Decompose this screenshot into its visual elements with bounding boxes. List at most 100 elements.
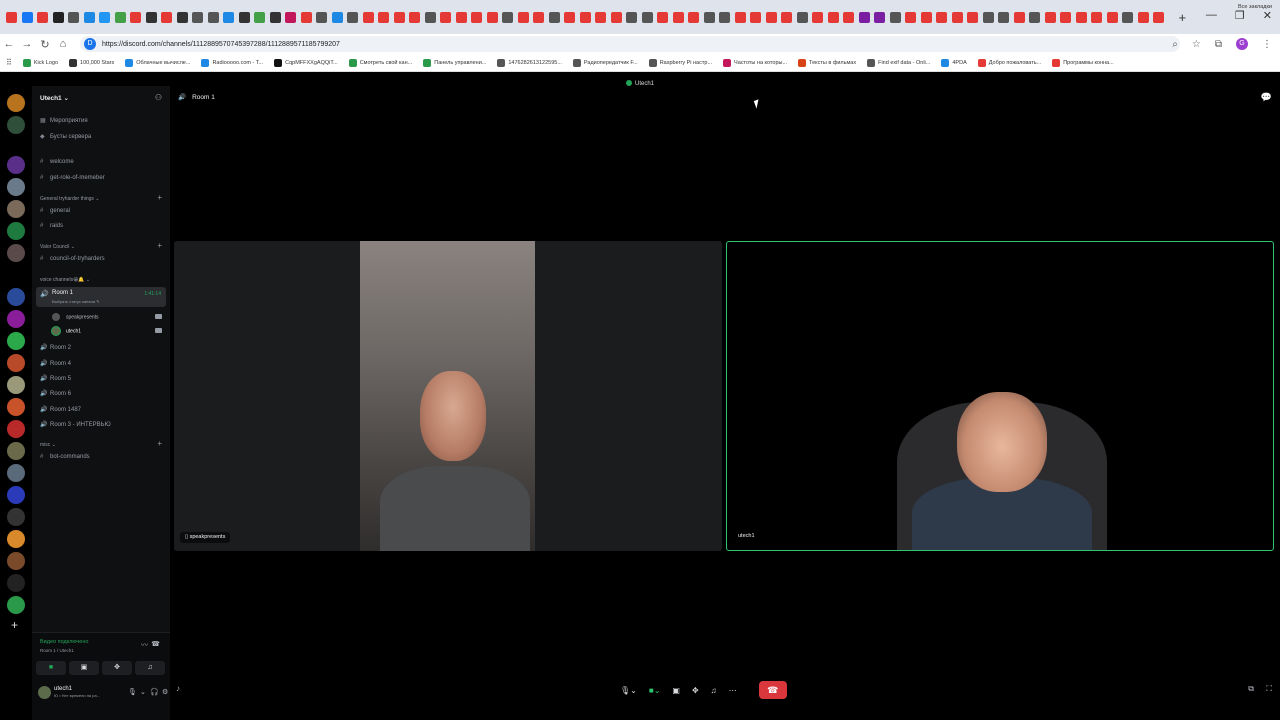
browser-tab[interactable] [52,11,64,23]
invite-icon[interactable]: ⚇ [155,93,162,102]
bookmark-star-icon[interactable]: ☆ [1192,39,1201,50]
browser-tab[interactable] [145,11,157,23]
channel-general[interactable]: # general [40,208,70,214]
browser-tab[interactable] [796,11,808,23]
browser-tab[interactable] [719,11,730,23]
browser-tab[interactable] [595,11,606,23]
browser-tab[interactable] [874,11,885,23]
browser-tab[interactable] [517,11,529,23]
browser-tab[interactable] [1029,11,1040,23]
browser-tab[interactable] [889,11,901,23]
mic-icon[interactable]: 🎙 [128,688,137,696]
all-bookmarks[interactable]: Все закладки [1238,4,1272,10]
member-speakpresents[interactable]: speakpresents [52,313,99,321]
browser-tab[interactable] [579,11,591,23]
bookmark-item[interactable]: Облачные вычисле... [125,58,190,67]
apps-icon[interactable]: ⠿ [6,58,12,67]
fullscreen-icon[interactable]: ⛶ [1266,684,1272,694]
server-icon[interactable] [7,486,25,504]
browser-tab[interactable] [1013,11,1025,23]
url-field[interactable]: D https://discord.com/channels/111288957… [80,36,1180,52]
back-icon[interactable]: ← [0,38,18,50]
category-valor[interactable]: Valor Council ⌄ [40,244,75,250]
browser-tab[interactable] [827,11,839,23]
browser-tab[interactable] [424,11,436,23]
camera-toggle-button[interactable]: ■ [36,661,66,675]
bookmark-item[interactable]: Частоты на которы... [723,58,787,67]
browser-tab[interactable] [238,11,250,23]
server-icon[interactable] [7,222,25,240]
browser-tab[interactable] [440,11,451,23]
channel-bot-commands[interactable]: # bot-commands [40,454,90,460]
minimize-icon[interactable]: — [1206,9,1217,22]
voice-status[interactable]: Видео подключено [40,639,88,645]
browser-tab[interactable] [920,11,932,23]
server-icon[interactable] [7,332,25,350]
browser-tab[interactable] [68,11,79,23]
channel-welcome[interactable]: # welcome [40,159,74,165]
close-window-icon[interactable]: ✕ [1263,9,1272,22]
activities-button[interactable]: ✥ [102,661,132,675]
chat-icon[interactable]: 💬 [1261,92,1272,103]
browser-tab[interactable] [734,11,746,23]
bookmark-item[interactable]: Find exif data - Onli... [867,58,930,67]
bookmark-item[interactable]: 100,000 Stars [69,58,114,67]
server-icon[interactable] [7,530,25,548]
server-icon[interactable] [7,574,25,592]
browser-tab[interactable] [967,11,978,23]
create-channel-icon[interactable]: + [157,241,162,250]
disconnect-button[interactable]: ☎ [758,681,787,699]
reload-icon[interactable]: ↻ [36,38,54,51]
category-voice[interactable]: voice channels😀🔔 ⌄ [40,277,90,283]
chevron-down-icon[interactable]: ⌄ [140,688,146,696]
browser-tab[interactable] [657,11,668,23]
bookmark-item[interactable]: Добро пожаловать... [977,58,1041,67]
voice-channel-room2[interactable]: 🔊 Room 2 [40,344,71,351]
browser-tab[interactable] [703,11,715,23]
restore-icon[interactable]: ❐ [1235,9,1245,22]
extensions-icon[interactable]: ⧉ [1215,39,1222,50]
server-icon[interactable] [7,288,25,306]
bookmark-item[interactable]: Радиопередатчик F... [572,58,638,67]
browser-tab[interactable] [812,11,823,23]
soundboard-button[interactable]: ♫ [135,661,165,675]
bookmark-item[interactable]: Radiooooo.com - T... [201,58,263,67]
browser-tab[interactable] [765,11,777,23]
bookmark-item[interactable]: Панель управлени... [423,58,486,67]
guild-name[interactable]: Utech1 ⌄ [40,94,69,102]
browser-tab[interactable] [37,11,48,23]
browser-tab[interactable] [130,11,141,23]
browser-tab[interactable] [347,11,358,23]
zoom-icon[interactable]: ⌕ [1172,39,1178,50]
mic-icon[interactable]: 🎙⌄ [620,686,637,695]
browser-tab[interactable] [1153,11,1164,23]
browser-tab[interactable] [192,11,203,23]
home-icon[interactable]: ⌂ [54,38,72,50]
browser-tab[interactable] [285,11,296,23]
browser-tab[interactable] [564,11,575,23]
browser-tab[interactable] [254,11,265,23]
browser-tab[interactable] [83,11,95,23]
browser-tab[interactable] [672,11,684,23]
create-channel-icon[interactable]: + [157,439,162,448]
server-icon[interactable] [7,244,25,262]
browser-tab[interactable] [1075,11,1087,23]
bookmark-item[interactable]: Raspberry Pi настр... [648,58,712,67]
browser-tab[interactable] [176,11,188,23]
bookmark-item[interactable]: CqpMFFXXgAQQiT... [274,58,338,67]
add-server-icon[interactable]: + [11,618,18,632]
voice-channel-room5[interactable]: 🔊 Room 5 [40,375,71,382]
browser-tab[interactable] [781,11,792,23]
browser-tab[interactable] [114,11,126,23]
bookmark-item[interactable]: 4PDA [941,58,967,67]
server-icon[interactable] [7,178,25,196]
site-info-icon[interactable]: D [84,38,96,50]
browser-tab[interactable] [858,11,870,23]
browser-tab[interactable] [471,11,482,23]
voice-channel-room4[interactable]: 🔊 Room 4 [40,360,71,367]
camera-icon[interactable]: ■⌄ [649,686,661,695]
browser-tab[interactable] [982,11,994,23]
browser-tab[interactable] [688,11,699,23]
server-icon[interactable] [7,596,25,614]
noise-suppression-icon[interactable]: 〰 [141,640,148,650]
